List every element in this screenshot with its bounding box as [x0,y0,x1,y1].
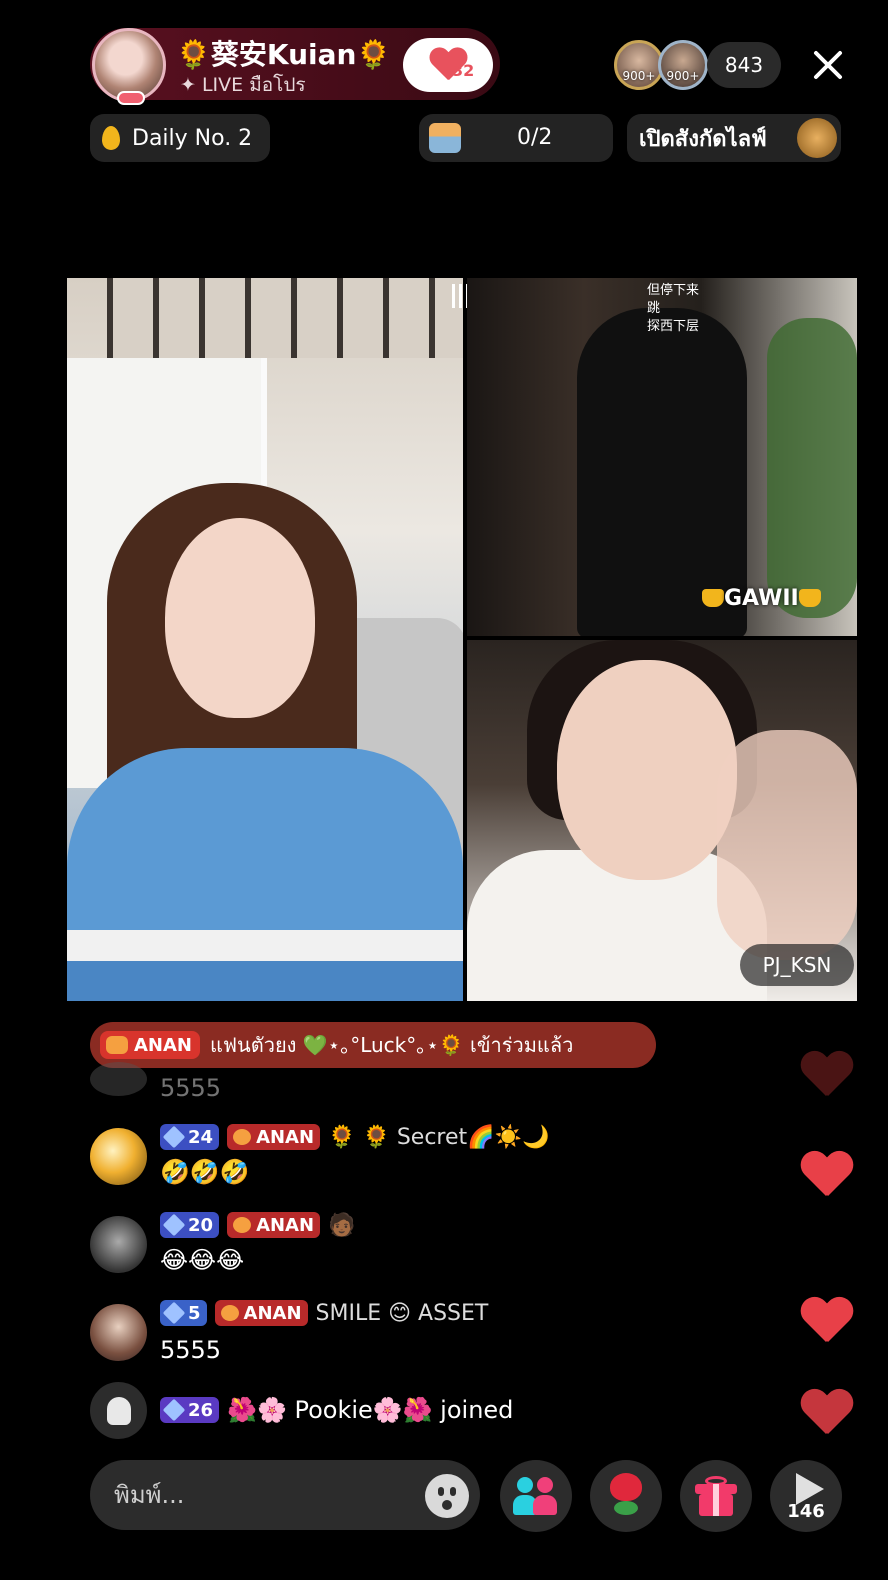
task-progress-text: 0/2 [517,125,553,150]
like-heart-icon [800,1052,854,1102]
chat-user-line[interactable]: 20 ANAN 🧑🏾 [160,1212,355,1238]
close-icon[interactable] [811,48,845,82]
level-badge: 26 [160,1397,220,1423]
host-subtitle: ✦ LIVE มือโปร [180,74,306,96]
flame-icon [102,126,120,150]
chat-join-line[interactable]: 26 🌺🌸 Pookie🌸🌺 joined [160,1396,513,1424]
agency-chip[interactable]: เปิดสังกัดไลฟ์ [627,114,841,162]
guest-video-gawii[interactable]: 但停下来 跳 探西下层 [467,278,857,636]
cat-icon [798,589,821,607]
level-badge: 24 [160,1124,220,1150]
top-viewer-avatar[interactable]: 900+ [658,40,708,90]
rose-gift-button[interactable] [590,1460,662,1532]
share-button[interactable]: 146 [770,1460,842,1532]
fan-club-badge: ANAN [227,1212,321,1238]
guest-label-gawii: GAWII [702,586,821,611]
chat-message: 5555 [160,1336,222,1364]
daily-rank-chip[interactable]: Daily No. 2 [90,114,270,162]
users-icon [513,1477,559,1515]
agency-badge-icon [797,118,837,158]
wave-hand-icon [106,1396,131,1425]
rose-icon [604,1473,648,1519]
like-heart-icon [800,1390,854,1440]
chat-username: 🌺🌸 Pookie🌸🌺 joined [227,1396,514,1424]
video-caption: 但停下来 跳 探西下层 [647,283,700,334]
gem-icon [162,1213,186,1237]
treasure-chest-icon [429,123,461,153]
like-heart-icon [800,1152,854,1202]
chat-username: 🌻 🌻 Secret🌈☀️🌙 [328,1124,550,1150]
chat-user-line[interactable]: 5 ANAN SMILE 😊 ASSET [160,1300,488,1326]
level-badge: 20 [160,1212,220,1238]
fan-heart-icon [233,1129,252,1145]
chat-avatar[interactable] [90,1382,147,1439]
fan-club-badge: ANAN [214,1300,308,1326]
gem-icon [162,1398,186,1422]
fan-club-badge: ANAN [227,1124,321,1150]
cat-icon [702,589,724,607]
daily-rank-label: Daily No. 2 [132,125,253,151]
follow-count: 32 [452,61,475,80]
chat-username: SMILE 😊 ASSET [315,1300,489,1326]
chat-avatar[interactable] [90,1062,147,1096]
follow-button[interactable] [403,38,493,92]
level-badge: 5 [160,1300,207,1326]
guest-name-tag[interactable]: PJ_KSN [740,944,854,986]
co-host-button[interactable] [500,1460,572,1532]
join-banner: ANAN แฟนตัวยง 💚⋆｡°Luck°｡⋆🌻 เข้าร่วมแล้ว [90,1022,656,1068]
top-viewer-avatar[interactable]: 900+ [614,40,664,90]
host-video[interactable] [67,278,463,1001]
fan-heart-icon [233,1217,252,1233]
triangle-gem-icon [162,1301,186,1325]
chat-avatar[interactable] [90,1304,147,1361]
host-avatar[interactable] [92,28,166,105]
chat-user-line[interactable]: 24 ANAN 🌻 🌻 Secret🌈☀️🌙 [160,1124,549,1150]
viewer-count[interactable]: 843 [707,42,781,88]
chat-message: 😂😂😂 [160,1246,245,1274]
chat-message: 🤣🤣🤣 [160,1158,250,1186]
emoji-icon[interactable] [425,1474,469,1518]
share-count: 146 [787,1501,825,1522]
gift-button[interactable] [680,1460,752,1532]
fan-heart-icon [106,1036,128,1054]
host-name: 🌻葵安Kuian🌻 [176,38,392,71]
chat-avatar[interactable] [90,1128,147,1185]
fan-club-badge: ANAN [100,1031,200,1059]
gift-icon [695,1476,737,1516]
comment-input[interactable] [114,1474,414,1516]
comment-input-box[interactable] [90,1460,480,1530]
chat-username: 🧑🏾 [328,1212,356,1238]
gem-icon [162,1125,186,1149]
task-progress-chip[interactable]: 0/2 [419,114,613,162]
join-banner-text: แฟนตัวยง 💚⋆｡°Luck°｡⋆🌻 เข้าร่วมแล้ว [210,1033,574,1057]
agency-label: เปิดสังกัดไลฟ์ [639,126,767,152]
live-badge-icon [117,91,145,105]
like-heart-icon [800,1298,854,1348]
chat-avatar[interactable] [90,1216,147,1273]
chat-message: 5555 [160,1074,222,1102]
fan-heart-icon [220,1305,239,1321]
